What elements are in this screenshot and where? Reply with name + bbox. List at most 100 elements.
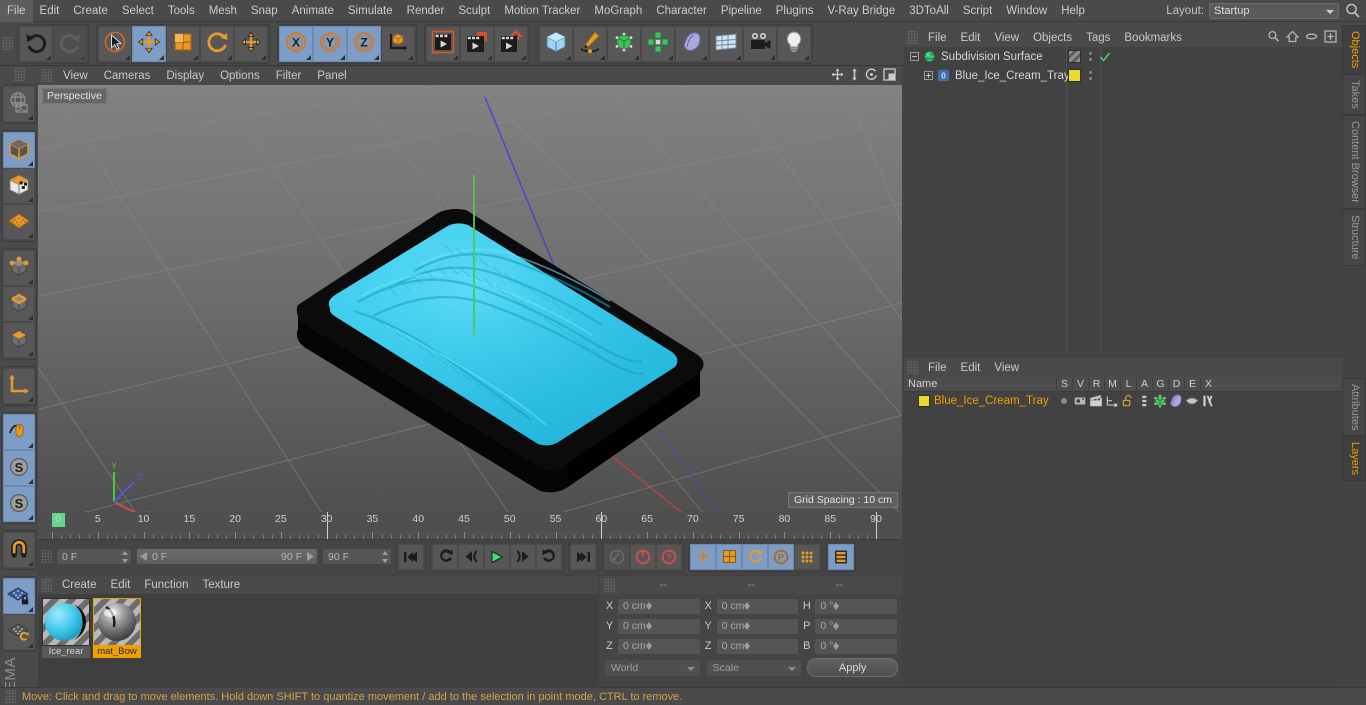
autokey-button[interactable]: [630, 543, 656, 570]
maximize-viewport-icon[interactable]: [883, 67, 896, 84]
xref-icon[interactable]: [1200, 394, 1216, 408]
keyframe-selection-button[interactable]: ?: [656, 543, 682, 570]
prev-keyframe-button[interactable]: [432, 543, 458, 570]
menu-item-script[interactable]: Script: [956, 0, 999, 22]
render-picture-viewer-button[interactable]: [460, 25, 494, 62]
animation-layers-button[interactable]: [828, 543, 854, 570]
generator-icon[interactable]: [1152, 389, 1168, 413]
left-toolbar-gripper[interactable]: [13, 68, 25, 81]
spinner-icon[interactable]: [744, 622, 751, 630]
view-icon[interactable]: [1072, 394, 1088, 408]
size-field[interactable]: 0 cm: [715, 597, 800, 615]
layer-column-S[interactable]: S: [1056, 378, 1072, 390]
viewport-menu-display[interactable]: Display: [158, 70, 212, 82]
move-button[interactable]: [132, 25, 166, 62]
material-menu-create[interactable]: Create: [55, 579, 104, 591]
coord-system-dropdown[interactable]: World: [604, 658, 701, 677]
status-bar-gripper[interactable]: [5, 690, 16, 703]
viewport-3d[interactable]: Y X Z Perspective Grid Spacing : 10 cm: [38, 85, 902, 512]
menu-item-pipeline[interactable]: Pipeline: [714, 0, 769, 22]
material-menu-texture[interactable]: Texture: [195, 579, 247, 591]
animation-icon[interactable]: [1136, 394, 1152, 408]
viewport-menu-options[interactable]: Options: [212, 70, 268, 82]
material-item[interactable]: Ice_rear: [42, 598, 90, 682]
live-selection-button[interactable]: [98, 25, 132, 62]
object-menu-tags[interactable]: Tags: [1079, 32, 1117, 44]
plus-box-icon[interactable]: [1324, 29, 1337, 46]
layout-dropdown[interactable]: Startup: [1209, 2, 1339, 19]
menu-item-help[interactable]: Help: [1054, 0, 1092, 22]
layer-column-E[interactable]: E: [1184, 378, 1200, 390]
axis-y-button[interactable]: Y: [313, 25, 347, 62]
key-parameter-button[interactable]: P: [768, 543, 794, 570]
light-button[interactable]: [777, 25, 811, 62]
record-key-button[interactable]: [604, 543, 630, 570]
spline-pen-button[interactable]: [573, 25, 607, 62]
material-thumbnail[interactable]: [42, 598, 90, 646]
tree-expander[interactable]: [910, 52, 919, 61]
move-alt-button[interactable]: [234, 25, 268, 62]
menu-item-select[interactable]: Select: [115, 0, 161, 22]
spinner-icon[interactable]: [381, 551, 388, 563]
object-manager-tree[interactable]: Subdivision Surface 0 Blue_Ice_Cream_Tray: [904, 47, 1342, 353]
coordinates-gripper[interactable]: [604, 578, 615, 592]
current-frame-field[interactable]: 0 F: [56, 548, 132, 565]
world-coord-button[interactable]: [381, 25, 415, 62]
menu-item-tools[interactable]: Tools: [161, 0, 202, 22]
transform-mode-dropdown[interactable]: Scale: [705, 658, 803, 677]
layer-manager-gripper[interactable]: [907, 361, 918, 374]
key-pla-button[interactable]: [794, 543, 820, 570]
points-mode-button[interactable]: [3, 250, 35, 286]
object-menu-objects[interactable]: Objects: [1026, 32, 1079, 44]
layer-list[interactable]: Blue_Ice_Cream_Tray: [904, 392, 1342, 409]
object-row[interactable]: Subdivision Surface: [904, 47, 1342, 66]
redo-button[interactable]: [53, 25, 87, 62]
layer-column-R[interactable]: R: [1088, 378, 1104, 390]
position-field[interactable]: 0 cm: [617, 597, 701, 615]
deformer-button[interactable]: [675, 25, 709, 62]
search-icon[interactable]: [1267, 30, 1280, 46]
environment-button[interactable]: [709, 25, 743, 62]
layer-row[interactable]: Blue_Ice_Cream_Tray: [904, 392, 1342, 409]
menu-item-mograph[interactable]: MoGraph: [587, 0, 649, 22]
position-field[interactable]: 0 cm: [617, 637, 701, 655]
vertical-tab-content-browser[interactable]: Content Browser: [1342, 115, 1366, 209]
spinner-icon[interactable]: [833, 602, 840, 610]
object-menu-bookmarks[interactable]: Bookmarks: [1117, 32, 1189, 44]
viewport-menu-view[interactable]: View: [55, 70, 96, 82]
apply-button[interactable]: Apply: [807, 658, 899, 677]
material-thumbnail[interactable]: [93, 598, 141, 646]
lock-open-icon[interactable]: [1120, 394, 1136, 408]
menu-item-mesh[interactable]: Mesh: [202, 0, 244, 22]
scale-button[interactable]: [166, 25, 200, 62]
hidden-tag[interactable]: [1068, 50, 1081, 63]
layer-column-V[interactable]: V: [1072, 378, 1088, 390]
spinner-icon[interactable]: [121, 551, 128, 563]
viewport-menu-panel[interactable]: Panel: [309, 70, 354, 82]
vertical-tab-objects[interactable]: Objects: [1342, 25, 1366, 75]
max-frame-field[interactable]: 90 F: [322, 548, 392, 565]
toolbar-gripper[interactable]: [2, 37, 13, 50]
object-menu-view[interactable]: View: [987, 32, 1026, 44]
mograph-button[interactable]: [641, 25, 675, 62]
spinner-icon[interactable]: [744, 602, 751, 610]
menu-item-snap[interactable]: Snap: [244, 0, 285, 22]
material-tag[interactable]: [1068, 69, 1081, 82]
rotation-field[interactable]: 0 °: [814, 597, 899, 615]
tree-expander[interactable]: [924, 71, 933, 80]
prev-frame-button[interactable]: [458, 543, 484, 570]
magnet-button[interactable]: [3, 532, 35, 568]
render-icon[interactable]: [1088, 394, 1104, 408]
generator-button[interactable]: [607, 25, 641, 62]
workplane-reset-button[interactable]: [3, 614, 35, 650]
menu-item-file[interactable]: File: [0, 0, 33, 22]
next-frame-button[interactable]: [510, 543, 536, 570]
rotation-field[interactable]: 0 °: [814, 617, 899, 635]
layer-menu-view[interactable]: View: [987, 362, 1026, 374]
pan-icon[interactable]: [831, 68, 844, 84]
deformer-icon[interactable]: [1168, 389, 1184, 413]
snap-mouse-button[interactable]: S: [3, 450, 35, 486]
layer-color-swatch[interactable]: [918, 394, 930, 407]
dolly-icon[interactable]: [849, 68, 860, 84]
spinner-icon[interactable]: [645, 642, 652, 650]
